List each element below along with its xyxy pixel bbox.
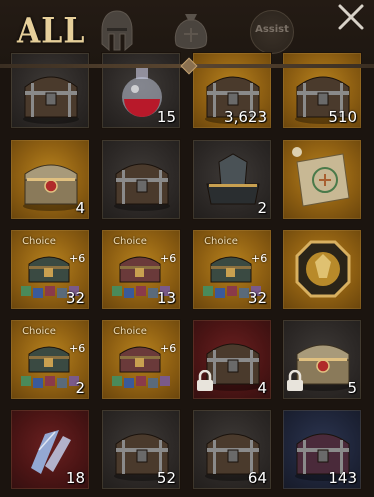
choice-label: Choice: [204, 236, 238, 247]
lock-icon: [287, 369, 303, 391]
item-quantity: 4: [75, 199, 85, 217]
enhance-level: +6: [69, 252, 86, 265]
item-quantity: 32: [65, 289, 85, 307]
item-quantity: 32: [247, 289, 267, 307]
lock-badge: [196, 369, 214, 396]
item-quantity: 5: [347, 379, 357, 397]
inventory-slot[interactable]: Choice +6 13: [101, 229, 181, 310]
inventory-grid: 15 3,623 510 4 2 Choice +6 32 Choice +6 13 Choice +6…: [0, 0, 374, 497]
choice-label: Choice: [22, 236, 56, 247]
choice-label: Choice: [22, 326, 56, 337]
emblem-icon: [295, 240, 351, 298]
item-quantity: 143: [328, 469, 357, 487]
enhance-level: +6: [160, 342, 177, 355]
lock-badge: [286, 369, 304, 396]
inventory-slot[interactable]: [101, 139, 181, 220]
enhance-level: +6: [69, 342, 86, 355]
item-quantity: 2: [75, 379, 85, 397]
choice-label: Choice: [113, 236, 147, 247]
inventory-slot[interactable]: 18: [10, 409, 90, 490]
inventory-slot[interactable]: 4: [192, 319, 272, 400]
inventory-slot[interactable]: 52: [101, 409, 181, 490]
inventory-slot[interactable]: Choice +6: [101, 319, 181, 400]
item-quantity: 64: [247, 469, 267, 487]
choice-label: Choice: [113, 326, 147, 337]
inventory-slot[interactable]: 5: [282, 319, 362, 400]
enhance-level: +6: [160, 252, 177, 265]
item-quantity: 4: [257, 379, 267, 397]
item-quantity: 18: [65, 469, 85, 487]
item-quantity: 3,623: [224, 108, 267, 126]
enhance-level: +6: [251, 252, 268, 265]
chest-icon: [114, 163, 170, 211]
lock-icon: [197, 369, 213, 391]
inventory-slot[interactable]: 4: [10, 139, 90, 220]
inventory-slot[interactable]: 143: [282, 409, 362, 490]
inventory-slot[interactable]: [282, 139, 362, 220]
scroll-icon: [292, 147, 350, 207]
item-quantity: 2: [257, 199, 267, 217]
inventory-slot[interactable]: 2: [192, 139, 272, 220]
item-quantity: 13: [156, 289, 176, 307]
item-quantity: 510: [328, 108, 357, 126]
item-quantity: 52: [156, 469, 176, 487]
inventory-slot[interactable]: [282, 229, 362, 310]
inventory-slot[interactable]: Choice +6 32: [192, 229, 272, 310]
inventory-slot[interactable]: Choice +6 2: [10, 319, 90, 400]
item-quantity: 15: [156, 108, 176, 126]
inventory-slot[interactable]: 64: [192, 409, 272, 490]
inventory-slot[interactable]: Choice +6 32: [10, 229, 90, 310]
